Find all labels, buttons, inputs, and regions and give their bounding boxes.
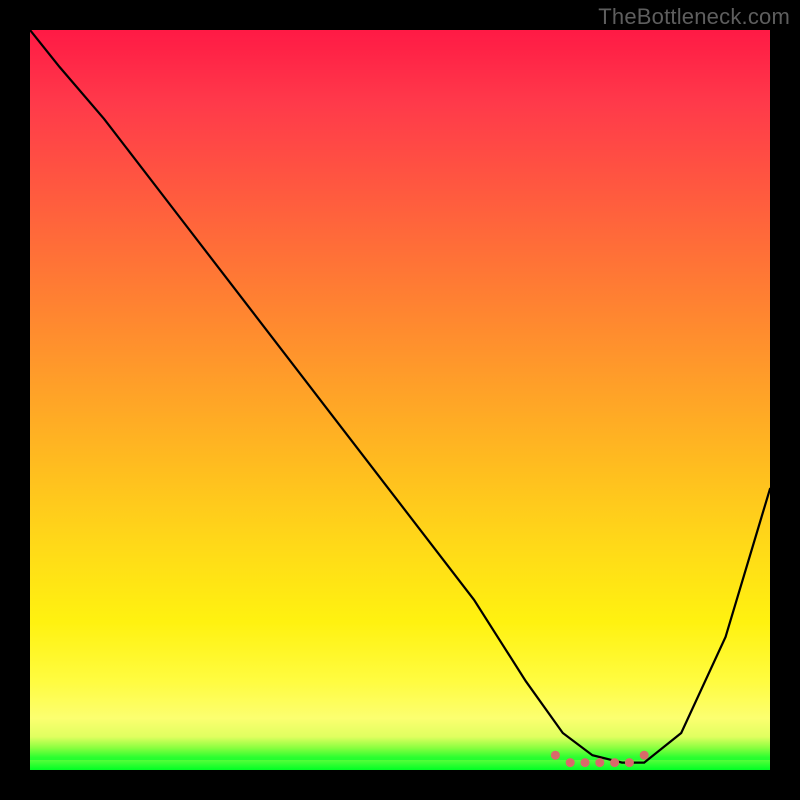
chart-frame: TheBottleneck.com (0, 0, 800, 800)
valley-dot (640, 751, 649, 760)
watermark-text: TheBottleneck.com (598, 4, 790, 30)
bottleneck-curve (30, 30, 770, 763)
valley-dot (566, 758, 575, 767)
valley-dot (581, 758, 590, 767)
valley-dot (610, 758, 619, 767)
valley-dot (595, 758, 604, 767)
valley-dots (551, 751, 649, 767)
curve-layer (30, 30, 770, 770)
valley-dot (551, 751, 560, 760)
valley-dot (625, 758, 634, 767)
